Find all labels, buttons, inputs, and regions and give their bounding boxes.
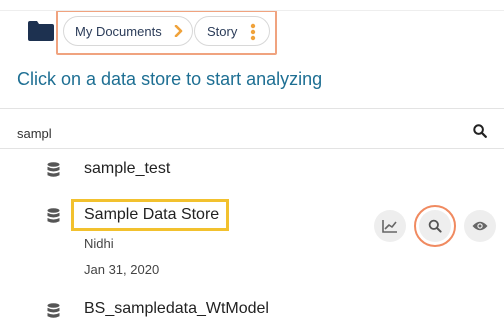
explore-button[interactable] [419, 210, 451, 242]
database-icon [47, 303, 60, 318]
breadcrumb-label: My Documents [75, 23, 162, 39]
folder-icon[interactable] [28, 21, 54, 41]
database-icon [47, 162, 60, 177]
list-item[interactable]: BS_sampledata_WtModel [0, 290, 504, 330]
data-store-date: Jan 31, 2020 [84, 262, 160, 277]
top-divider [0, 10, 504, 11]
search-bar [0, 118, 504, 148]
breadcrumb-my-documents[interactable]: My Documents [63, 16, 193, 46]
eye-icon [472, 221, 488, 231]
search-icon [428, 219, 442, 233]
preview-button[interactable] [464, 210, 496, 242]
data-store-name[interactable]: Sample Data Store [84, 206, 219, 224]
kebab-menu-icon[interactable] [250, 23, 256, 41]
breadcrumb-story[interactable]: Story [194, 16, 270, 46]
search-divider [0, 148, 504, 149]
breadcrumb-label: Story [207, 23, 238, 39]
data-store-name: BS_sampledata_WtModel [84, 300, 269, 317]
page-title: Click on a data store to start analyzing [17, 69, 323, 89]
database-icon [47, 208, 60, 223]
search-icon[interactable] [473, 124, 487, 138]
line-chart-icon [382, 220, 397, 233]
data-store-name: sample_test [84, 160, 171, 177]
data-store-owner: Nidhi [84, 236, 114, 251]
header-divider [0, 108, 504, 109]
search-input[interactable] [17, 122, 457, 144]
visualize-button[interactable] [374, 210, 406, 242]
list-item[interactable]: sample_test [0, 150, 504, 190]
chevron-right-icon [174, 25, 183, 37]
top-bar: My Documents Story [0, 0, 504, 60]
